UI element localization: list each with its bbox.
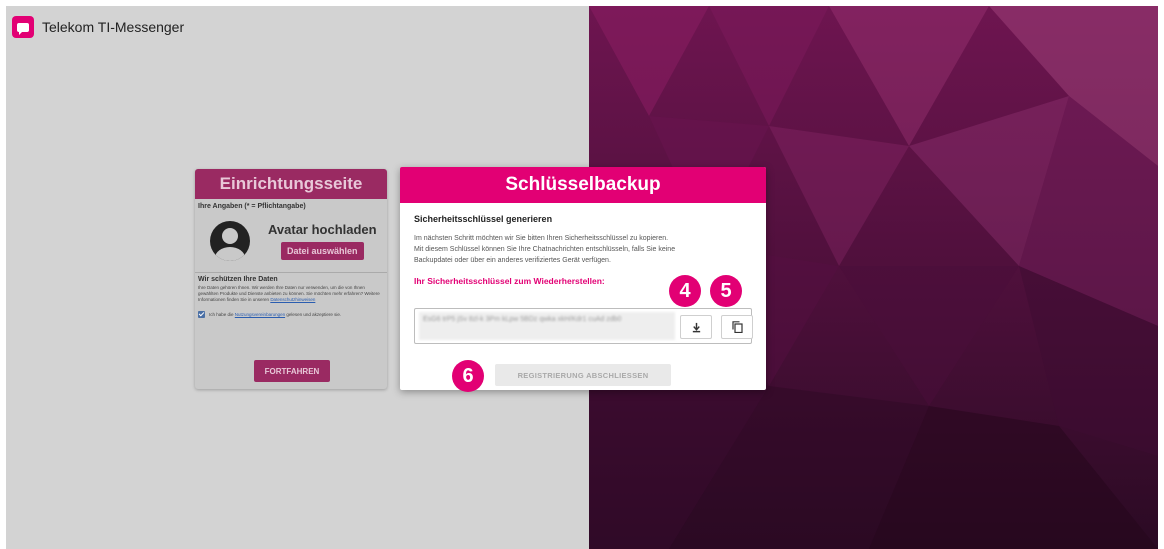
copy-icon — [731, 321, 743, 333]
description-line-3: Backupdatei oder über ein anderes verifi… — [414, 257, 611, 264]
setup-card: Einrichtungsseite Ihre Angaben (* = Pfli… — [195, 169, 387, 389]
avatar-section: Avatar hochladen Datei auswählen — [195, 210, 387, 266]
copy-key-button[interactable] — [721, 315, 753, 339]
avatar-title: Avatar hochladen — [268, 222, 377, 237]
description-line-2: Mit diesem Schlüssel können Sie Ihre Cha… — [414, 246, 676, 253]
download-icon — [692, 322, 700, 332]
dialog-title: Schlüsselbackup — [400, 167, 766, 203]
security-key-field[interactable]: EsG6 trP5 jSv 8zl-k 3Pm kLpw 5BDz qwka x… — [419, 312, 675, 340]
privacy-text: Ihre Daten gehören Ihnen. Wir werden Ihr… — [195, 283, 387, 303]
finish-registration-button[interactable]: REGISTRIERUNG ABSCHLIESSEN — [495, 364, 671, 386]
messenger-logo-icon — [12, 16, 34, 38]
privacy-link[interactable]: Datenschutzhinweisen — [270, 297, 315, 302]
description-line-1: Im nächsten Schritt möchten wir Sie bitt… — [414, 235, 669, 242]
consent-suffix: gelesen und akzeptiere sie. — [286, 312, 342, 317]
consent-row: Ich habe die Nutzungsvereinbarungen gele… — [195, 303, 387, 318]
consent-prefix: Ich habe die — [209, 312, 234, 317]
download-key-button[interactable] — [680, 315, 712, 339]
setup-subtitle: Ihre Angaben (* = Pflichtangabe) — [198, 203, 306, 210]
app-title: Telekom TI-Messenger — [42, 19, 185, 35]
step-badge-5: 5 — [710, 275, 742, 307]
setup-title: Einrichtungsseite — [195, 169, 387, 199]
key-container: EsG6 trP5 jSv 8zl-k 3Pm kLpw 5BDz qwka x… — [414, 308, 753, 344]
consent-checkbox[interactable] — [198, 311, 205, 318]
dialog-subtitle: Sicherheitsschlüssel generieren — [414, 214, 553, 224]
dialog-description: Im nächsten Schritt möchten wir Sie bitt… — [400, 224, 766, 266]
app-header: Telekom TI-Messenger — [12, 14, 184, 40]
step-badge-4: 4 — [669, 275, 701, 307]
step-badge-6: 6 — [452, 360, 484, 392]
avatar-placeholder-icon — [210, 221, 250, 261]
privacy-title: Wir schützen Ihre Daten — [198, 276, 278, 283]
choose-file-button[interactable]: Datei auswählen — [281, 242, 364, 260]
continue-button[interactable]: FORTFAHREN — [254, 360, 330, 382]
terms-link[interactable]: Nutzungsvereinbarungen — [235, 312, 285, 317]
key-backup-dialog: Schlüsselbackup Sicherheitsschlüssel gen… — [400, 167, 766, 390]
